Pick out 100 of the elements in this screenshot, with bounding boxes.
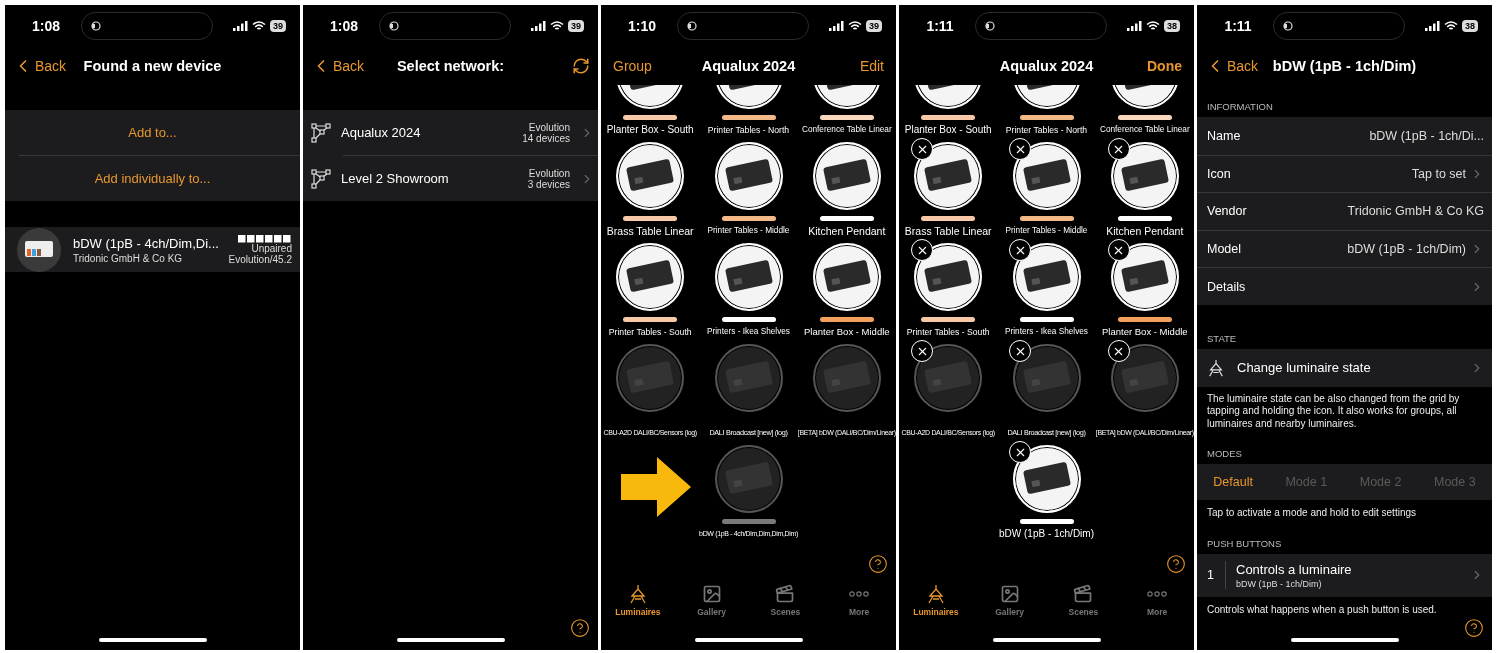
row-label: Name — [1207, 128, 1241, 143]
luminaire-name: Conference Table Linear — [1099, 124, 1190, 136]
state-note: The luminaire state can be also changed from the grid by tapping and holding the icon. It also works for groups, all luminaires and nearby luminaires. — [1207, 392, 1461, 431]
row-label: Model — [1207, 242, 1242, 257]
firmware-version: Evolution/45.2 — [228, 253, 292, 265]
device-name: bDW (1pB - 4ch/Dim,Di... — [73, 235, 217, 251]
luminaire-name: Printer Tables - North — [707, 124, 790, 136]
back-button[interactable]: Back — [1205, 56, 1259, 76]
remove-button[interactable] — [1107, 239, 1130, 261]
remove-button[interactable] — [911, 340, 934, 362]
pairing-status: Unpaired — [251, 242, 292, 254]
info-row[interactable]: Vendor Tridonic GmbH & Co KG — [1197, 192, 1492, 230]
network-icon — [311, 122, 331, 143]
remove-button[interactable] — [1107, 138, 1130, 160]
tab[interactable]: Scenes — [748, 580, 823, 630]
row-label: Change luminaire state — [1237, 360, 1371, 376]
network-row[interactable]: Aqualux 2024 Evolution 14 devices — [303, 110, 598, 155]
help-icon[interactable] — [868, 554, 888, 574]
info-row[interactable]: Model bDW (1pB - 1ch/Dim) — [1197, 229, 1492, 268]
device-photo — [17, 227, 61, 272]
network-icon — [311, 168, 331, 189]
tab[interactable]: Luminaires — [899, 580, 973, 630]
scenes-icon — [1073, 584, 1094, 604]
luminaire-name: Kitchen Pendant — [1106, 225, 1184, 237]
refresh-icon[interactable] — [572, 57, 590, 75]
signal-strength-icon — [238, 234, 292, 243]
help-icon[interactable] — [570, 618, 590, 638]
activity-icon — [687, 21, 697, 31]
luminaire-name: Printer Tables - South — [608, 326, 692, 338]
push-button-title: Controls a luminaire — [1236, 561, 1352, 577]
battery-level: 39 — [568, 20, 584, 32]
battery-level: 38 — [1164, 20, 1180, 32]
section-header: MODES — [1206, 448, 1243, 462]
activity-icon — [389, 21, 399, 31]
wifi-icon — [252, 21, 266, 31]
luminaire-name: Planter Box - Middle — [804, 326, 890, 338]
luminaire-icon — [1207, 358, 1225, 377]
push-button-index: 1 — [1207, 561, 1226, 590]
section-header: INFORMATION — [1206, 101, 1274, 114]
section-header: STATE — [1206, 332, 1238, 346]
luminaire-name: Printer Tables - North — [1005, 124, 1088, 136]
edit-button[interactable]: Edit — [855, 58, 888, 74]
luminaire-name: Printers - Ikea Shelves — [707, 326, 790, 338]
battery-level: 39 — [270, 20, 286, 32]
network-row[interactable]: Level 2 Showroom Evolution 3 devices — [303, 156, 598, 201]
tab[interactable]: Gallery — [674, 580, 749, 630]
help-icon[interactable] — [1464, 618, 1484, 638]
tab[interactable]: More — [1120, 580, 1194, 630]
tab[interactable]: Luminaires — [601, 580, 675, 630]
remove-button[interactable] — [911, 138, 934, 160]
back-button[interactable]: Back — [13, 56, 67, 76]
row-value: bDW (1pB - 1ch/Dim) — [1347, 242, 1466, 257]
state-row[interactable]: Change luminaire state — [1197, 348, 1492, 387]
device-count: 3 devices — [527, 178, 570, 190]
luminaire-name: Kitchen Pendant — [808, 225, 886, 237]
remove-button[interactable] — [1009, 138, 1032, 160]
add-option[interactable]: Add to... — [5, 110, 300, 155]
remove-button[interactable] — [911, 239, 934, 261]
push-button-row[interactable]: 1 Controls a luminaire bDW (1pB - 1ch/Dim) — [1197, 553, 1492, 597]
info-row[interactable]: Icon Tap to set — [1197, 154, 1492, 193]
remove-button[interactable] — [1009, 340, 1032, 362]
tab[interactable]: Scenes — [1046, 580, 1121, 630]
network-type: Evolution — [528, 121, 570, 133]
luminaire-name: Printer Tables - Middle — [1005, 225, 1088, 237]
network-type: Evolution — [528, 167, 570, 179]
remove-button[interactable] — [1009, 239, 1032, 261]
device-row[interactable]: bDW (1pB - 4ch/Dim,Di... Tridonic GmbH & Co KG Unpaired Evolution/45.2 — [5, 227, 300, 272]
luminaire-name: Planter Box - South — [606, 124, 694, 136]
luminaire-name: Conference Table Linear — [801, 124, 892, 136]
row-value: Tap to set — [1411, 166, 1466, 181]
info-row[interactable]: Details — [1197, 267, 1492, 305]
signal-icon — [829, 21, 844, 31]
status-time: 1:11 — [1223, 18, 1253, 34]
luminaire-name: Brass Table Linear — [606, 225, 694, 237]
activity-icon — [985, 21, 995, 31]
more-icon — [849, 591, 870, 597]
done-button[interactable]: Done — [1143, 58, 1186, 74]
remove-button[interactable] — [1107, 340, 1130, 362]
gallery-icon — [701, 584, 722, 604]
wifi-icon — [550, 21, 564, 31]
battery-level: 38 — [1462, 20, 1478, 32]
wifi-icon — [1146, 21, 1160, 31]
luminaire-name: Planter Box - South — [904, 124, 992, 136]
luminaire-name: Printers - Ikea Shelves — [1005, 326, 1088, 338]
mode-option[interactable]: Default — [1207, 474, 1259, 491]
info-row[interactable]: Name bDW (1pB - 1ch/Di... — [1197, 117, 1492, 155]
luminaire-name: bDW (1pB - 1ch/Dim) — [999, 528, 1094, 540]
screen-title: Found a new device — [82, 58, 223, 74]
add-option[interactable]: Add individually to... — [5, 156, 300, 201]
back-button[interactable]: Back — [311, 56, 365, 76]
group-button[interactable]: Group — [609, 58, 656, 74]
tab[interactable]: Gallery — [972, 580, 1047, 630]
row-value: bDW (1pB - 1ch/Di... — [1369, 128, 1484, 143]
remove-button[interactable] — [1009, 441, 1032, 463]
help-icon[interactable] — [1166, 554, 1186, 574]
more-icon — [1147, 591, 1168, 597]
tab[interactable]: More — [822, 580, 896, 630]
row-label: Vendor — [1207, 204, 1247, 219]
network-name: Level 2 Showroom — [341, 171, 449, 186]
wifi-icon — [848, 21, 862, 31]
